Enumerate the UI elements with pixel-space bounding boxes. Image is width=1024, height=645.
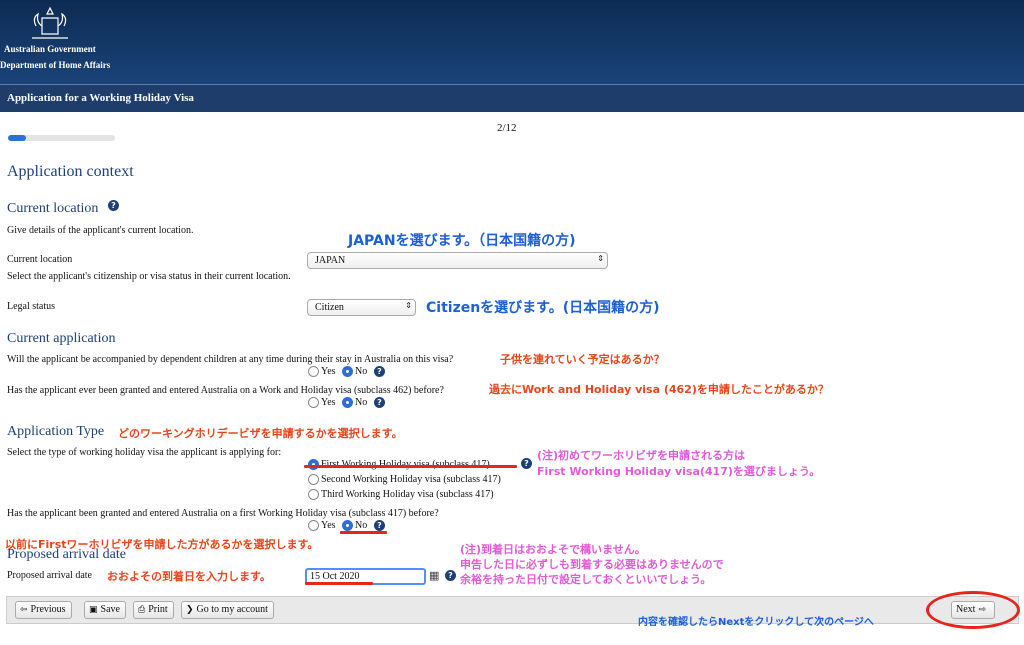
section-proposed-arrival: Proposed arrival date: [7, 547, 126, 562]
prior462-no-radio[interactable]: [342, 397, 353, 408]
note-date-1: (注)到着日はおおよそで構いません。: [460, 543, 646, 556]
annotation-underline: [340, 531, 387, 534]
prior462-yes-radio[interactable]: [308, 397, 319, 408]
children-no-radio[interactable]: [342, 366, 353, 377]
page-counter: 2/12: [497, 122, 517, 134]
help-icon[interactable]: ?: [445, 570, 456, 581]
annotation-ellipse: [926, 591, 1020, 629]
arrow-left-icon: ⇦: [20, 605, 28, 615]
help-icon[interactable]: ?: [374, 520, 385, 531]
current-location-value: JAPAN: [315, 255, 346, 266]
previous-label: Previous: [30, 604, 66, 615]
calendar-icon[interactable]: ▦: [429, 569, 439, 582]
question-visa-type: Select the type of working holiday visa …: [7, 447, 282, 458]
previous-button[interactable]: ⇦ Previous: [15, 601, 72, 619]
save-button[interactable]: ▣ Save: [84, 601, 126, 619]
help-icon[interactable]: ?: [374, 366, 385, 377]
note-which-type: どのワーキングホリデービザを申請するかを選択します。: [118, 427, 403, 440]
application-title: Application for a Working Holiday Visa: [7, 92, 194, 104]
legal-status-select[interactable]: Citizen ⇕: [307, 299, 416, 316]
note-past-462: 過去にWork and Holiday visa (462)を申請したことがある…: [489, 383, 829, 396]
note-japan: JAPANを選びます。（日本国籍の方): [348, 233, 576, 249]
save-label: Save: [100, 604, 120, 615]
note-children: 子供を連れていく予定はあるか？: [500, 353, 665, 366]
question-dependent-children: Will the applicant be accompanied by dep…: [7, 354, 454, 365]
annotation-underline: [305, 582, 373, 585]
prior462-no-label: No: [355, 397, 368, 408]
section-current-application: Current application: [7, 331, 116, 346]
application-titlebar: Application for a Working Holiday Visa: [0, 84, 1024, 112]
children-yes-radio[interactable]: [308, 366, 319, 377]
visa-type-third-label: Third Working Holiday visa (subclass 417…: [321, 489, 494, 500]
legal-status-label: Legal status: [7, 301, 56, 312]
print-label: Print: [148, 604, 168, 615]
prior417-no-radio[interactable]: [342, 520, 353, 531]
arrival-date-label: Proposed arrival date: [7, 570, 92, 581]
children-yes-label: Yes: [321, 366, 336, 377]
legal-status-value: Citizen: [315, 302, 344, 313]
department-title: Department of Home Affairs: [0, 60, 111, 70]
note-first-1: (注)初めてワーホリビザを申請される方は: [537, 449, 746, 462]
print-icon: ⎙: [138, 605, 146, 615]
visa-type-third-radio[interactable]: [308, 489, 319, 500]
section-application-type: Application Type: [7, 424, 105, 439]
help-icon[interactable]: ?: [108, 200, 119, 211]
page-title: Application context: [7, 163, 134, 180]
select-arrows-icon: ⇕: [405, 301, 412, 310]
note-date-3: 余裕を持った日付で設定しておくといいでしょう。: [460, 573, 712, 586]
print-button[interactable]: ⎙ Print: [133, 601, 174, 619]
visa-type-second-label: Second Working Holiday visa (subclass 41…: [321, 474, 501, 485]
progress-fill: [8, 135, 27, 141]
children-no-label: No: [355, 366, 368, 377]
note-first-2: First Working Holiday visa(417)を選びましょう。: [537, 465, 821, 478]
footer-toolbar: ⇦ Previous ▣ Save ⎙ Print ❯ Go to my account…: [6, 596, 1019, 628]
help-icon[interactable]: ?: [374, 397, 385, 408]
note-next: 内容を確認したらNextをクリックして次のページへ: [638, 617, 874, 628]
annotation-underline: [304, 465, 517, 468]
prior417-yes-label: Yes: [321, 520, 336, 531]
current-location-intro: Give details of the applicant's current …: [7, 225, 194, 236]
account-label: Go to my account: [196, 604, 268, 615]
chevron-right-icon: ❯: [186, 605, 194, 615]
note-citizen: Citizenを選びます。(日本国籍の方): [426, 300, 660, 316]
save-icon: ▣: [89, 605, 98, 615]
go-to-account-button[interactable]: ❯ Go to my account: [181, 601, 274, 619]
prior417-no-label: No: [355, 520, 368, 531]
prior462-yes-label: Yes: [321, 397, 336, 408]
current-location-select[interactable]: JAPAN ⇕: [307, 252, 608, 269]
help-icon[interactable]: ?: [521, 458, 532, 469]
header-banner: Australian Government Department of Home…: [0, 0, 1024, 84]
select-arrows-icon: ⇕: [597, 254, 604, 263]
visa-type-second-radio[interactable]: [308, 474, 319, 485]
note-date-input: おおよその到着日を入力します。: [107, 570, 271, 583]
progress-bar: [8, 135, 115, 141]
prior417-yes-radio[interactable]: [308, 520, 319, 531]
current-location-hint: Select the applicant's citizenship or vi…: [7, 271, 291, 282]
current-location-label: Current location: [7, 254, 73, 265]
section-current-location: Current location: [7, 201, 99, 216]
question-prior-462: Has the applicant ever been granted and …: [7, 385, 444, 396]
question-prior-417: Has the applicant been granted and enter…: [7, 508, 439, 519]
gov-title: Australian Government: [4, 44, 96, 54]
note-date-2: 申告した日に必ずしも到着する必要はありませんので: [460, 558, 724, 571]
coat-of-arms-icon: [32, 6, 68, 39]
